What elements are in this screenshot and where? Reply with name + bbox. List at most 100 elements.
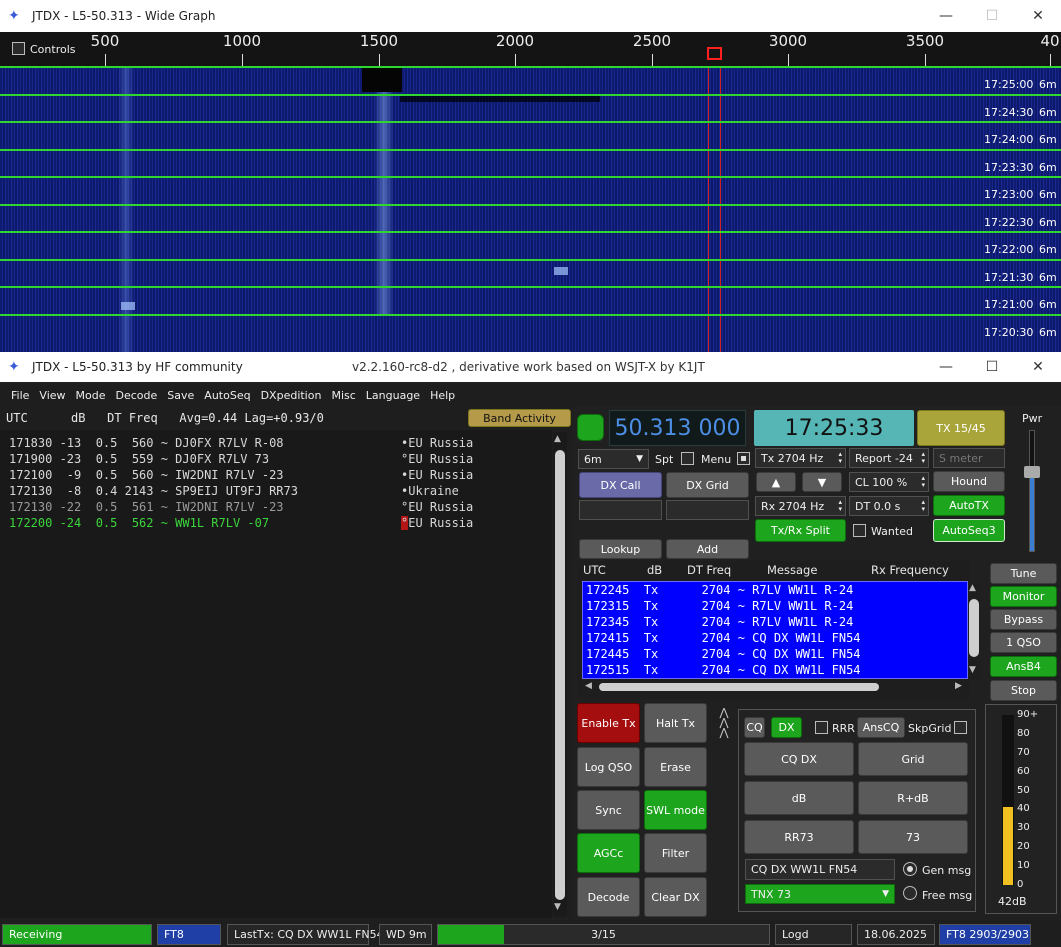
cl-field[interactable]: CL 100 % ▴ ▾ xyxy=(849,472,929,492)
band-activity-row[interactable]: 172130 -8 0.4 2143 ~ SP9EIJ UT9FJ RR73 •U… xyxy=(9,484,459,500)
scroll-up-icon[interactable]: ▲ xyxy=(969,583,976,593)
lookup-button[interactable]: Lookup xyxy=(579,539,662,559)
rx-table-row[interactable]: 172315 Tx 2704 ~ R7LV WW1L R-24 xyxy=(586,599,853,613)
minimize-icon[interactable]: — xyxy=(923,352,969,382)
rx-table-row[interactable]: 172345 Tx 2704 ~ R7LV WW1L R-24 xyxy=(586,615,853,629)
grid-button[interactable]: Grid xyxy=(858,742,968,776)
waterfall-display[interactable]: 17:25:00 6m 17:24:30 6m 17:24:00 6m 17:23:30 6m… xyxy=(0,66,1061,352)
rx-table-body[interactable]: 172245 Tx 2704 ~ R7LV WW1L R-24 172315 Tx… xyxy=(582,581,968,679)
gen-msg-field[interactable]: CQ DX WW1L FN54 xyxy=(745,859,895,880)
rx-table-row[interactable]: 172415 Tx 2704 ~ CQ DX WW1L FN54 xyxy=(586,631,861,645)
tx-up-button[interactable]: ▲ xyxy=(756,472,796,492)
dx-toggle-button[interactable]: DX xyxy=(771,717,802,738)
erase-button[interactable]: Erase xyxy=(644,747,707,787)
sync-button[interactable]: Sync xyxy=(577,790,640,830)
autoseq3-button[interactable]: AutoSeq3 xyxy=(933,519,1005,542)
menu-item[interactable]: Language xyxy=(366,389,420,402)
dx-call-field[interactable] xyxy=(579,500,662,520)
gen-msg-radio[interactable] xyxy=(903,862,917,876)
swap-arrows-icon[interactable]: ⋀ ⋀ ⋀ xyxy=(714,707,734,740)
monitor-button[interactable]: Monitor xyxy=(990,586,1057,607)
free-msg-radio[interactable] xyxy=(903,886,917,900)
rx-table-hscrollbar[interactable]: ◀ ▶ xyxy=(583,680,967,694)
cq-button[interactable]: CQ xyxy=(744,717,765,738)
rx-frequency-field[interactable]: Rx 2704 Hz ▴ ▾ xyxy=(755,496,846,516)
pwr-slider-handle[interactable] xyxy=(1024,466,1040,478)
menu-item[interactable]: Help xyxy=(430,389,455,402)
menu-checkbox[interactable] xyxy=(737,452,750,465)
close-icon[interactable]: ✕ xyxy=(1015,352,1061,382)
hound-button[interactable]: Hound xyxy=(933,471,1005,492)
scroll-up-icon[interactable]: ▲ xyxy=(554,434,561,444)
minimize-icon[interactable]: — xyxy=(923,0,969,32)
tx-frequency-field[interactable]: Tx 2704 Hz ▴ ▾ xyxy=(755,448,846,468)
swl-mode-button[interactable]: SWL mode xyxy=(644,790,707,830)
menu-item[interactable]: DXpedition xyxy=(261,389,322,402)
db-button[interactable]: dB xyxy=(744,781,854,815)
skpgrid-checkbox[interactable] xyxy=(954,721,967,734)
stop-button[interactable]: Stop xyxy=(990,680,1057,701)
wanted-checkbox[interactable] xyxy=(853,524,866,537)
cq-dx-button[interactable]: CQ DX xyxy=(744,742,854,776)
dx-call-button[interactable]: DX Call xyxy=(579,472,662,498)
rx-table-scrollbar[interactable]: ▲ ▼ xyxy=(968,583,980,679)
free-msg-select[interactable]: TNX 73 ▼ xyxy=(745,884,895,904)
menu-item[interactable]: Mode xyxy=(76,389,106,402)
band-activity-row[interactable]: 172200 -24 0.5 562 ~ WW1L R7LV -07 °EU Ru… xyxy=(9,516,474,532)
pwr-slider[interactable] xyxy=(1024,430,1040,552)
filter-button[interactable]: Filter xyxy=(644,833,707,873)
bypass-button[interactable]: Bypass xyxy=(990,609,1057,630)
autotx-button[interactable]: AutoTX xyxy=(933,495,1005,516)
close-icon[interactable]: ✕ xyxy=(1015,0,1061,32)
menu-item[interactable]: Save xyxy=(167,389,194,402)
agcc-button[interactable]: AGCc xyxy=(577,833,640,873)
scroll-down-icon[interactable]: ▼ xyxy=(969,665,976,675)
s-meter-field[interactable]: S meter xyxy=(933,448,1005,468)
dx-grid-button[interactable]: DX Grid xyxy=(666,472,749,498)
menu-item[interactable]: Decode xyxy=(116,389,158,402)
band-activity-button[interactable]: Band Activity xyxy=(468,409,571,427)
tx-period-button[interactable]: TX 15/45 xyxy=(917,410,1005,446)
log-qso-button[interactable]: Log QSO xyxy=(577,747,640,787)
spt-checkbox[interactable] xyxy=(681,452,694,465)
band-activity-row[interactable]: 171900 -23 0.5 559 ~ DJ0FX R7LV 73 °EU Ru… xyxy=(9,452,473,468)
hscrollbar-thumb[interactable] xyxy=(599,683,879,691)
rrr-checkbox[interactable] xyxy=(815,721,828,734)
tx-down-button[interactable]: ▼ xyxy=(802,472,842,492)
band-activity-row[interactable]: 171830 -13 0.5 560 ~ DJ0FX R7LV R-08 •EU … xyxy=(9,436,473,452)
menu-item[interactable]: File xyxy=(11,389,29,402)
enable-tx-button[interactable]: Enable Tx xyxy=(577,703,640,743)
band-activity-scrollbar[interactable]: ▲ ▼ xyxy=(553,432,567,916)
rx-table-row[interactable]: 172445 Tx 2704 ~ CQ DX WW1L FN54 xyxy=(586,647,861,661)
rx-table-row[interactable]: 172515 Tx 2704 ~ CQ DX WW1L FN54 xyxy=(586,663,861,677)
clear-dx-button[interactable]: Clear DX xyxy=(644,877,707,917)
r-db-button[interactable]: R+dB xyxy=(858,781,968,815)
decode-button[interactable]: Decode xyxy=(577,877,640,917)
seventy-three-button[interactable]: 73 xyxy=(858,820,968,854)
maximize-icon[interactable]: ☐ xyxy=(969,352,1015,382)
controls-checkbox[interactable] xyxy=(12,42,25,55)
band-activity-row[interactable]: 172100 -9 0.5 560 ~ IW2DNI R7LV -23 •EU R… xyxy=(9,468,473,484)
ansb4-button[interactable]: AnsB4 xyxy=(990,656,1057,677)
frequency-display[interactable]: 50.313 000 xyxy=(609,410,746,446)
halt-tx-button[interactable]: Halt Tx xyxy=(644,703,707,743)
menu-item[interactable]: Misc xyxy=(331,389,355,402)
rx-table-row[interactable]: 172245 Tx 2704 ~ R7LV WW1L R-24 xyxy=(586,583,853,597)
one-qso-button[interactable]: 1 QSO xyxy=(990,632,1057,653)
scroll-left-icon[interactable]: ◀ xyxy=(585,681,592,691)
txrx-split-button[interactable]: Tx/Rx Split xyxy=(755,519,846,542)
band-activity-row[interactable]: 172130 -22 0.5 561 ~ IW2DNI R7LV -23 °EU … xyxy=(9,500,473,516)
report-field[interactable]: Report -24 ▴ ▾ xyxy=(849,448,929,468)
scroll-down-icon[interactable]: ▼ xyxy=(554,902,561,912)
tx-frequency-marker[interactable] xyxy=(707,47,722,60)
dx-grid-field[interactable] xyxy=(666,500,749,520)
tune-button[interactable]: Tune xyxy=(990,563,1057,584)
anscq-button[interactable]: AnsCQ xyxy=(857,717,905,738)
menu-item[interactable]: View xyxy=(39,389,65,402)
add-button[interactable]: Add xyxy=(666,539,749,559)
rr73-button[interactable]: RR73 xyxy=(744,820,854,854)
scrollbar-thumb[interactable] xyxy=(555,450,565,900)
menu-item[interactable]: AutoSeq xyxy=(204,389,250,402)
band-select[interactable]: 6m ▼ xyxy=(578,449,649,469)
band-activity-list[interactable]: 171830 -13 0.5 560 ~ DJ0FX R7LV R-08 •EU … xyxy=(0,430,552,918)
